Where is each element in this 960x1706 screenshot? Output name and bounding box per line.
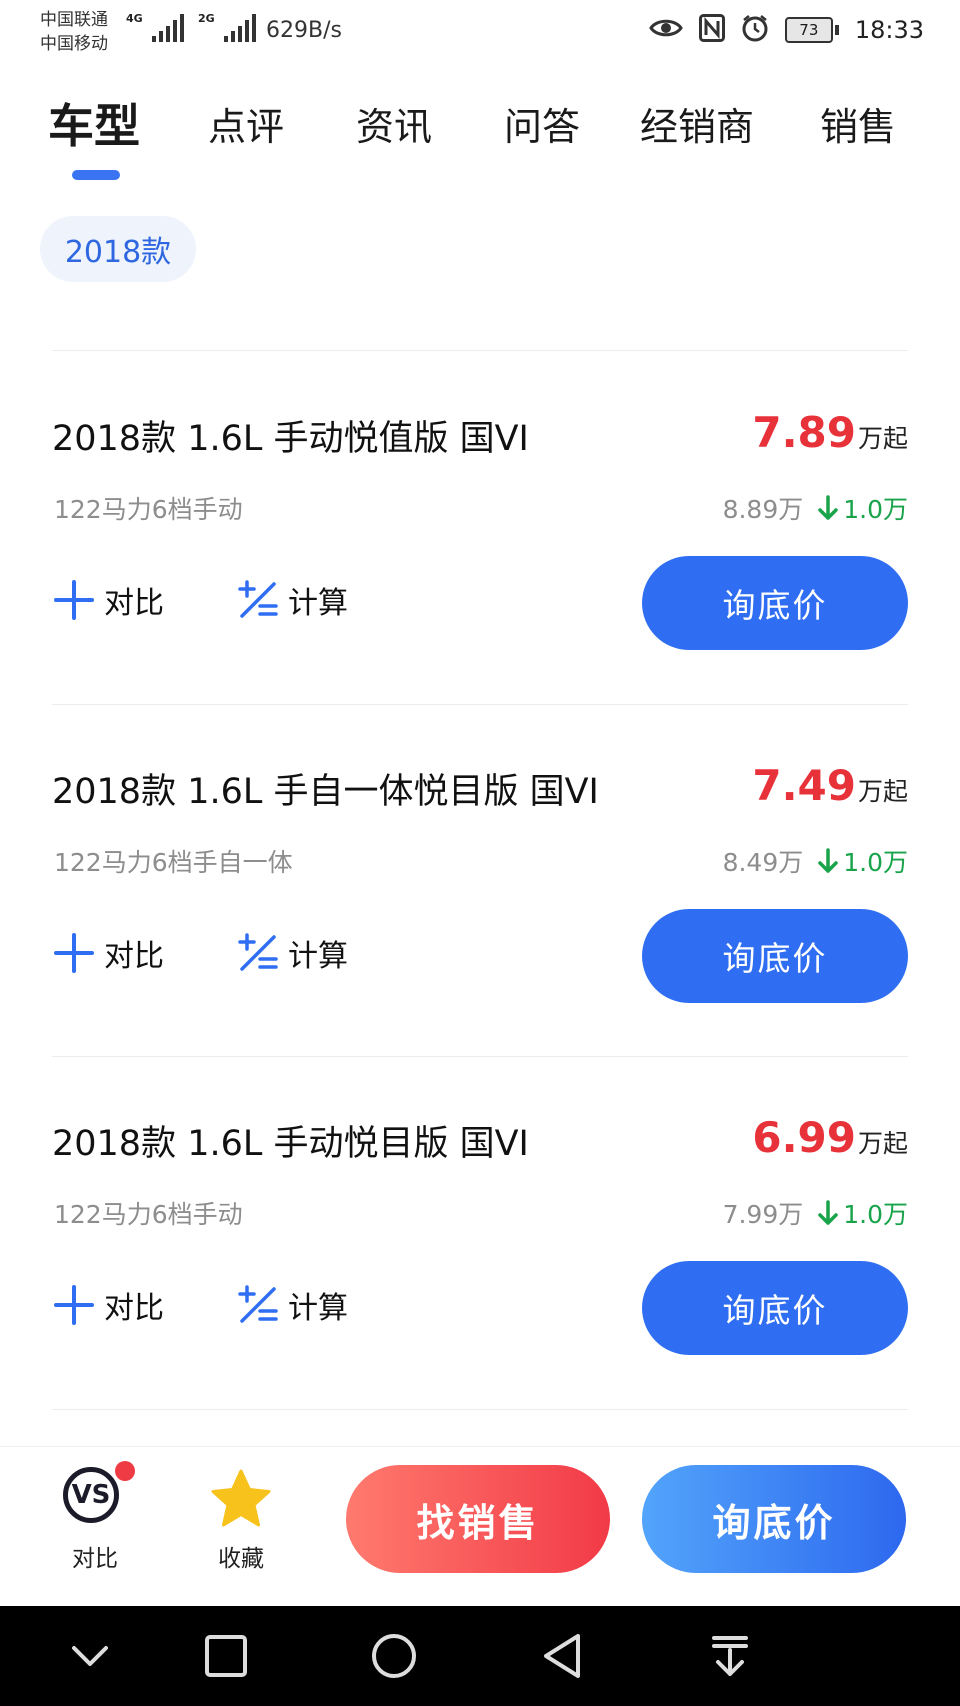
tab-bar: 车型 点评 资讯 问答 经销商 销售 xyxy=(0,96,960,186)
active-tab-indicator xyxy=(72,170,120,180)
plus-icon xyxy=(54,1285,94,1325)
price-value: 7.49 xyxy=(752,761,856,810)
price-value: 6.99 xyxy=(752,1113,856,1162)
vs-icon: VS xyxy=(63,1461,135,1531)
favorite-tab[interactable]: 收藏 xyxy=(186,1467,296,1573)
model-card: 2018款 1.6L 手动悦目版 国VI 6.99 万起 122马力6档手动 7… xyxy=(0,1057,960,1409)
price-value: 7.89 xyxy=(752,408,856,457)
system-nav-bar xyxy=(0,1606,960,1706)
price-drop-value: 1.0万 xyxy=(843,848,908,877)
ask-price-main-button[interactable]: 询底价 xyxy=(642,1465,906,1573)
calculator-icon xyxy=(238,1285,278,1323)
model-title[interactable]: 2018款 1.6L 手自一体悦目版 国VI xyxy=(52,763,599,814)
compare-tab[interactable]: VS 对比 xyxy=(40,1461,150,1573)
tab-qa[interactable]: 问答 xyxy=(504,96,580,151)
model-price: 7.89 万起 xyxy=(752,408,908,457)
calculator-icon xyxy=(238,933,278,971)
compare-label: 对比 xyxy=(104,1291,164,1326)
status-bar: 中国联通 中国移动 4G 2G 629B/s 73 18:33 xyxy=(0,0,960,70)
price-drop: 1.0万 xyxy=(817,490,908,526)
calculate-button[interactable]: 计算 xyxy=(238,931,348,975)
signal-bars-icon xyxy=(224,14,256,42)
network-type-1: 4G xyxy=(126,12,143,25)
model-spec: 122马力6档手动 xyxy=(54,495,243,524)
ask-price-button[interactable]: 询底价 xyxy=(642,1261,908,1355)
divider xyxy=(52,350,908,351)
tab-sales[interactable]: 销售 xyxy=(820,96,896,151)
alarm-icon xyxy=(741,14,769,46)
eye-icon xyxy=(649,16,683,44)
arrow-down-icon xyxy=(818,495,838,520)
tab-dealers[interactable]: 经销商 xyxy=(640,96,754,151)
model-spec: 122马力6档手动 xyxy=(54,1200,243,1229)
bottom-action-bar: VS 对比 收藏 找销售 询底价 xyxy=(0,1446,960,1607)
price-unit: 万起 xyxy=(857,424,908,453)
guide-price-value: 8.89万 xyxy=(722,495,804,524)
tab-reviews[interactable]: 点评 xyxy=(208,96,284,151)
guide-price-value: 8.49万 xyxy=(722,848,804,877)
arrow-down-icon xyxy=(818,848,838,873)
compare-button[interactable]: 对比 xyxy=(54,1283,164,1327)
model-card: 2018款 1.6L 手动悦值版 国VI 7.89 万起 122马力6档手动 8… xyxy=(0,352,960,704)
signal-group: 4G 2G xyxy=(126,12,256,42)
price-unit: 万起 xyxy=(857,777,908,806)
compare-button[interactable]: 对比 xyxy=(54,931,164,975)
carrier-info: 中国联通 中国移动 xyxy=(40,8,108,56)
price-drop: 1.0万 xyxy=(817,843,908,879)
model-card: 2018款 1.6L 手自一体悦目版 国VI 7.49 万起 122马力6档手自… xyxy=(0,705,960,1057)
network-speed: 629B/s xyxy=(266,18,342,43)
guide-price: 7.99万 1.0万 xyxy=(723,1195,908,1231)
find-sales-button[interactable]: 找销售 xyxy=(346,1465,610,1573)
calculate-label: 计算 xyxy=(288,939,348,974)
model-price: 6.99 万起 xyxy=(752,1113,908,1162)
star-icon xyxy=(211,1469,271,1527)
calculator-icon xyxy=(238,580,278,618)
chevron-down-icon[interactable] xyxy=(60,1628,120,1684)
price-drop-value: 1.0万 xyxy=(843,495,908,524)
favorite-tab-label: 收藏 xyxy=(218,1546,264,1572)
compare-tab-label: 对比 xyxy=(72,1546,118,1572)
guide-price: 8.49万 1.0万 xyxy=(723,843,908,879)
nfc-icon xyxy=(698,14,725,46)
calculate-label: 计算 xyxy=(288,586,348,621)
status-icons: 73 18:33 xyxy=(649,14,924,46)
year-filter-chip[interactable]: 2018款 xyxy=(40,216,196,282)
plus-icon xyxy=(54,933,94,973)
compare-button[interactable]: 对比 xyxy=(54,578,164,622)
compare-label: 对比 xyxy=(104,586,164,621)
signal-bars-icon xyxy=(152,14,184,42)
clock: 18:33 xyxy=(854,16,924,44)
carrier-1: 中国联通 xyxy=(40,10,108,30)
tab-models[interactable]: 车型 xyxy=(48,90,140,156)
battery-icon: 73 xyxy=(784,17,833,43)
model-title[interactable]: 2018款 1.6L 手动悦目版 国VI xyxy=(52,1115,529,1166)
model-title[interactable]: 2018款 1.6L 手动悦值版 国VI xyxy=(52,410,529,461)
plus-icon xyxy=(54,580,94,620)
ask-price-button[interactable]: 询底价 xyxy=(642,909,908,1003)
ask-price-button[interactable]: 询底价 xyxy=(642,556,908,650)
signal-1: 4G xyxy=(126,12,184,42)
calculate-button[interactable]: 计算 xyxy=(238,578,348,622)
model-spec: 122马力6档手自一体 xyxy=(54,848,293,877)
home-icon[interactable] xyxy=(364,1628,424,1684)
calculate-button[interactable]: 计算 xyxy=(238,1283,348,1327)
price-drop: 1.0万 xyxy=(817,1195,908,1231)
compare-label: 对比 xyxy=(104,939,164,974)
calculate-label: 计算 xyxy=(288,1291,348,1326)
price-drop-value: 1.0万 xyxy=(843,1200,908,1229)
notification-dot xyxy=(115,1461,135,1481)
notification-pull-down-icon[interactable] xyxy=(700,1628,760,1684)
guide-price: 8.89万 1.0万 xyxy=(723,490,908,526)
network-type-2: 2G xyxy=(198,12,215,25)
signal-2: 2G xyxy=(198,12,256,42)
divider xyxy=(52,1409,908,1410)
recents-icon[interactable] xyxy=(196,1628,256,1684)
tab-news[interactable]: 资讯 xyxy=(356,96,432,151)
carrier-2: 中国移动 xyxy=(40,34,108,54)
guide-price-value: 7.99万 xyxy=(722,1200,804,1229)
price-unit: 万起 xyxy=(857,1129,908,1158)
back-icon[interactable] xyxy=(532,1628,592,1684)
model-price: 7.49 万起 xyxy=(752,761,908,810)
arrow-down-icon xyxy=(818,1200,838,1225)
